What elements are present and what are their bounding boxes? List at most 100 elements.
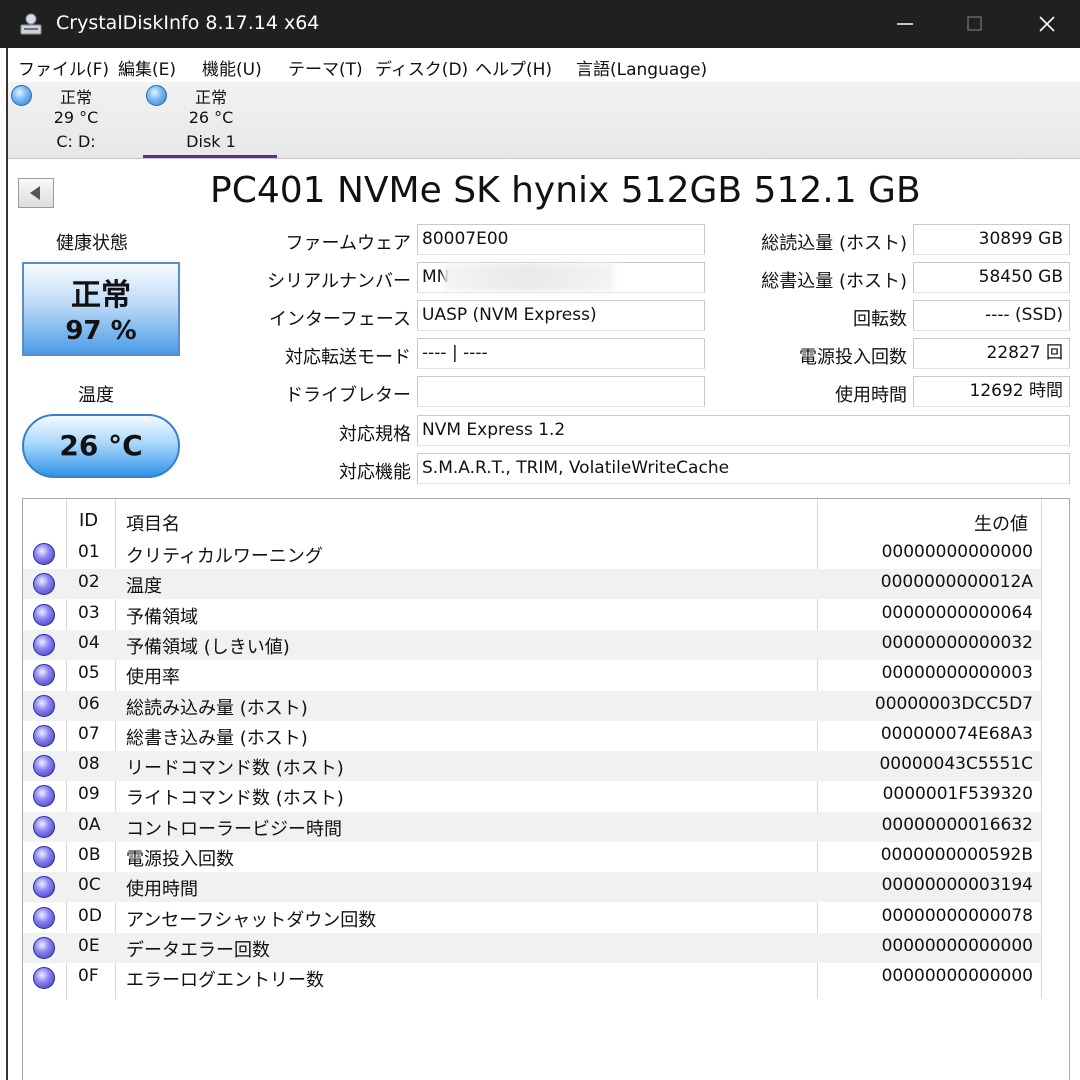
disk-label: Disk 1 xyxy=(186,132,236,151)
rotation-rate-label: 回転数 xyxy=(853,309,907,330)
attribute-id: 08 xyxy=(78,754,100,775)
column-header-name[interactable]: 項目名 xyxy=(126,510,180,536)
status-good-icon xyxy=(33,633,55,656)
health-percent: 97 % xyxy=(65,316,137,346)
status-good-icon xyxy=(33,694,55,717)
close-icon xyxy=(1039,16,1055,32)
table-row[interactable]: 07 総書き込み量 (ホスト) 000000074E68A3 xyxy=(23,721,1041,751)
close-button[interactable] xyxy=(1012,0,1080,48)
status-good-icon xyxy=(33,724,55,747)
table-row[interactable]: 0C 使用時間 00000000003194 xyxy=(23,872,1041,903)
interface-label: インターフェース xyxy=(268,309,411,330)
status-good-icon xyxy=(33,603,55,626)
attribute-raw-value: 00000043C5551C xyxy=(879,754,1033,775)
health-status-text: 正常 xyxy=(71,278,131,313)
table-row[interactable]: 0E データエラー回数 00000000000000 xyxy=(23,932,1041,963)
status-good-icon xyxy=(33,815,55,838)
interface-value: UASP (NVM Express) xyxy=(417,300,705,331)
attribute-name: エラーログエントリー数 xyxy=(126,970,324,992)
menu-edit[interactable]: 編集(E) xyxy=(118,55,176,80)
attribute-raw-value: 00000000000003 xyxy=(881,663,1033,684)
table-row[interactable]: 0F エラーログエントリー数 00000000000000 xyxy=(23,963,1041,993)
features-label: 対応機能 xyxy=(339,462,411,483)
drive-letter-label: ドライブレター xyxy=(285,385,411,406)
firmware-label: ファームウェア xyxy=(285,233,411,254)
disk-selector-bar: 正常 29 °C C: D: 正常 26 °C Disk 1 xyxy=(8,82,1080,159)
attribute-name: 電源投入回数 xyxy=(126,849,234,870)
transfer-mode-value: ---- | ---- xyxy=(417,338,705,369)
status-good-icon xyxy=(33,876,55,899)
attribute-raw-value: 00000000000000 xyxy=(881,542,1033,562)
column-divider xyxy=(1041,499,1042,999)
temperature-label: 温度 xyxy=(78,385,114,406)
health-label: 健康状態 xyxy=(56,233,128,254)
attribute-name: 予備領域 (しきい値) xyxy=(126,636,290,658)
attribute-name: 予備領域 xyxy=(126,606,198,628)
menu-file[interactable]: ファイル(F) xyxy=(18,55,109,80)
menu-language[interactable]: 言語(Language) xyxy=(576,55,707,80)
attribute-raw-value: 00000000000078 xyxy=(881,905,1033,926)
maximize-button[interactable] xyxy=(940,0,1010,48)
power-on-hours-label: 使用時間 xyxy=(835,385,907,406)
attribute-id: 06 xyxy=(78,693,100,714)
table-row[interactable]: 09 ライトコマンド数 (ホスト) 0000001F539320 xyxy=(23,781,1041,811)
status-good-icon xyxy=(146,85,167,106)
app-icon xyxy=(20,13,42,35)
table-row[interactable]: 08 リードコマンド数 (ホスト) 00000043C5551C xyxy=(23,751,1041,782)
attribute-id: 0A xyxy=(78,814,101,835)
table-row[interactable]: 06 総読み込み量 (ホスト) 00000003DCC5D7 xyxy=(23,690,1041,721)
menu-function[interactable]: 機能(U) xyxy=(202,55,262,80)
previous-disk-button[interactable] xyxy=(18,178,54,208)
health-status-button[interactable]: 正常 97 % xyxy=(22,262,180,356)
table-row[interactable]: 03 予備領域 00000000000064 xyxy=(23,600,1041,630)
temperature-display[interactable]: 26 °C xyxy=(22,414,180,478)
attribute-id: 03 xyxy=(78,602,100,623)
column-header-raw[interactable]: 生の値 xyxy=(974,510,1028,536)
minimize-button[interactable] xyxy=(870,0,940,48)
attribute-id: 02 xyxy=(78,572,100,593)
disk-status: 正常 xyxy=(59,88,92,107)
host-writes-label: 総書込量 (ホスト) xyxy=(761,271,907,292)
table-row[interactable]: 0D アンセーフシャットダウン回数 00000000000078 xyxy=(23,903,1041,933)
column-header-id[interactable]: ID xyxy=(79,510,98,531)
attribute-id: 09 xyxy=(78,784,100,805)
attribute-name: リードコマンド数 (ホスト) xyxy=(126,758,344,780)
table-row[interactable]: 02 温度 0000000000012A xyxy=(23,569,1041,600)
menu-help[interactable]: ヘルプ(H) xyxy=(475,55,552,80)
disk-label: C: D: xyxy=(56,132,96,151)
power-on-count-label: 電源投入回数 xyxy=(799,347,907,368)
menu-theme[interactable]: テーマ(T) xyxy=(288,55,363,80)
attribute-raw-value: 0000001F539320 xyxy=(882,784,1033,805)
disk-temp: 29 °C xyxy=(53,108,99,127)
disk-tab-disk1[interactable]: 正常 26 °C Disk 1 xyxy=(143,82,277,158)
table-row[interactable]: 01 クリティカルワーニング 00000000000000 xyxy=(23,539,1041,569)
power-on-hours-value: 12692 時間 xyxy=(913,376,1070,407)
drive-model-title: PC401 NVMe SK hynix 512GB 512.1 GB xyxy=(210,170,921,211)
status-good-icon xyxy=(11,85,32,106)
table-row[interactable]: 0A コントローラービジー時間 00000000016632 xyxy=(23,811,1041,842)
status-good-icon xyxy=(33,846,55,868)
power-on-count-value: 22827 回 xyxy=(913,338,1070,369)
rotation-rate-value: ---- (SSD) xyxy=(913,300,1070,331)
standard-label: 対応規格 xyxy=(339,424,411,445)
menu-disk[interactable]: ディスク(D) xyxy=(375,55,468,80)
attribute-raw-value: 000000074E68A3 xyxy=(880,723,1033,744)
table-row[interactable]: 0B 電源投入回数 0000000000592B xyxy=(23,842,1041,872)
attribute-raw-value: 00000000000000 xyxy=(881,966,1033,987)
smart-attribute-table[interactable]: ID 項目名 生の値 01 クリティカルワーニング 00000000000000 02… xyxy=(22,498,1070,1080)
table-row[interactable]: 05 使用率 00000000000003 xyxy=(23,660,1041,690)
attribute-id: 07 xyxy=(78,723,100,744)
disk-tab-c-d[interactable]: 正常 29 °C C: D: xyxy=(8,82,142,158)
attribute-id: 0F xyxy=(78,966,99,987)
attribute-raw-value: 00000000000032 xyxy=(881,632,1033,653)
serial-label: シリアルナンバー xyxy=(267,271,411,292)
disk-temp: 26 °C xyxy=(188,108,234,127)
standard-value: NVM Express 1.2 xyxy=(417,415,1070,446)
transfer-mode-label: 対応転送モード xyxy=(285,347,411,368)
host-reads-label: 総読込量 (ホスト) xyxy=(761,233,907,254)
attribute-id: 0C xyxy=(78,875,101,896)
table-row[interactable]: 04 予備領域 (しきい値) 00000000000032 xyxy=(23,629,1041,660)
title-bar: CrystalDiskInfo 8.17.14 x64 xyxy=(0,0,1080,48)
disk-status: 正常 xyxy=(194,88,227,107)
attribute-name: アンセーフシャットダウン回数 xyxy=(126,909,377,931)
